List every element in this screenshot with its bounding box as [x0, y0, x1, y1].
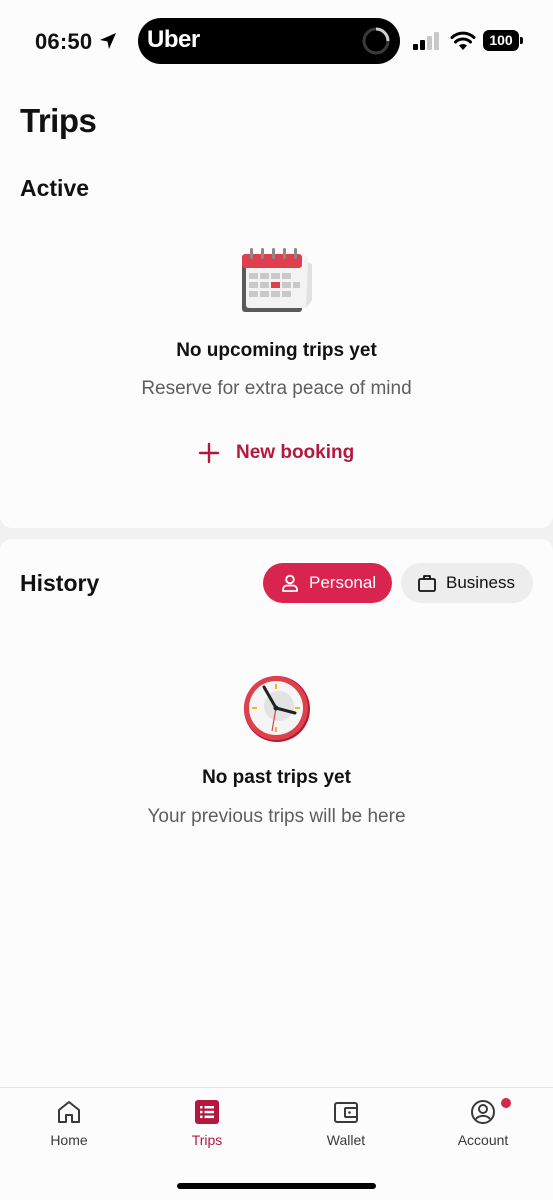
- activity-ring-icon: [362, 27, 390, 55]
- dynamic-island[interactable]: Uber: [138, 18, 400, 64]
- location-arrow-icon: [100, 33, 116, 49]
- nav-label-wallet: Wallet: [326, 1132, 366, 1148]
- nav-label-home: Home: [50, 1132, 88, 1148]
- nav-item-trips[interactable]: Trips: [157, 1098, 257, 1158]
- battery-indicator: 100: [483, 30, 523, 51]
- nav-label-account: Account: [457, 1132, 509, 1148]
- account-icon: [471, 1100, 495, 1124]
- plus-icon: [198, 442, 220, 464]
- cellular-signal-icon: [413, 32, 439, 50]
- clock-icon: [244, 676, 310, 742]
- active-trips-card: Trips Active No upcoming trips yet Reser…: [0, 82, 553, 528]
- trips-screen: 06:50 Uber 100 Trips Active No upcoming …: [0, 0, 553, 1200]
- calendar-icon: [242, 248, 312, 312]
- wifi-icon: [450, 31, 476, 50]
- active-empty-title: No upcoming trips yet: [176, 340, 377, 361]
- wallet-icon: [334, 1102, 358, 1123]
- nav-item-home[interactable]: Home: [19, 1098, 119, 1158]
- person-icon: [282, 574, 298, 592]
- home-icon: [58, 1101, 80, 1123]
- filter-business-chip[interactable]: Business: [401, 563, 533, 603]
- nav-item-account[interactable]: Account: [433, 1098, 533, 1158]
- history-empty-subtitle: Your previous trips will be here: [147, 806, 406, 827]
- status-bar: 06:50 Uber 100: [0, 0, 553, 82]
- status-time: 06:50: [35, 29, 93, 54]
- nav-item-wallet[interactable]: Wallet: [296, 1098, 396, 1158]
- trips-list-icon: [195, 1100, 219, 1124]
- history-section-heading: History: [20, 570, 100, 596]
- island-app-label: Uber: [147, 26, 200, 53]
- history-card: History Personal Business No past trips …: [0, 539, 553, 1087]
- nav-label-trips: Trips: [191, 1132, 223, 1148]
- briefcase-icon: [418, 575, 436, 592]
- filter-personal-chip[interactable]: Personal: [263, 563, 392, 603]
- battery-level: 100: [489, 32, 513, 48]
- history-empty-title: No past trips yet: [202, 767, 351, 788]
- active-empty-subtitle: Reserve for extra peace of mind: [141, 378, 412, 399]
- new-booking-button[interactable]: New booking: [198, 437, 354, 469]
- new-booking-label: New booking: [236, 442, 355, 463]
- active-section-heading: Active: [20, 175, 90, 201]
- home-indicator[interactable]: [177, 1183, 376, 1189]
- account-notification-dot: [501, 1098, 511, 1108]
- filter-business-label: Business: [446, 573, 515, 592]
- page-title: Trips: [20, 102, 97, 139]
- filter-personal-label: Personal: [309, 573, 377, 592]
